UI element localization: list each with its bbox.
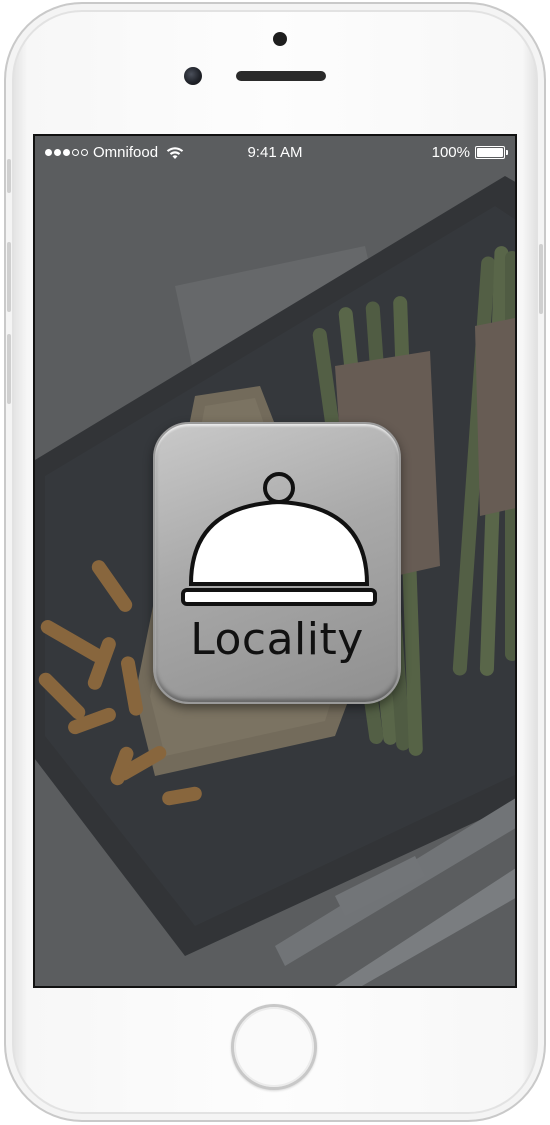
power-button <box>539 244 543 314</box>
earpiece-speaker <box>236 71 326 81</box>
battery-icon <box>475 146 508 159</box>
proximity-sensor <box>273 32 287 46</box>
status-right: 100% <box>431 144 508 161</box>
volume-down-button <box>7 334 11 404</box>
screen: Omnifood 9:41 AM 100% Locality <box>33 134 517 988</box>
mute-switch <box>7 159 11 193</box>
status-bar: Omnifood 9:41 AM 100% <box>35 136 515 168</box>
home-button[interactable] <box>231 1004 317 1090</box>
battery-percentage: 100% <box>431 144 470 161</box>
cloche-icon <box>181 472 377 606</box>
front-camera <box>184 67 202 85</box>
app-name: Locality <box>190 614 364 665</box>
volume-up-button <box>7 242 11 312</box>
app-splash-icon[interactable]: Locality <box>153 422 401 704</box>
